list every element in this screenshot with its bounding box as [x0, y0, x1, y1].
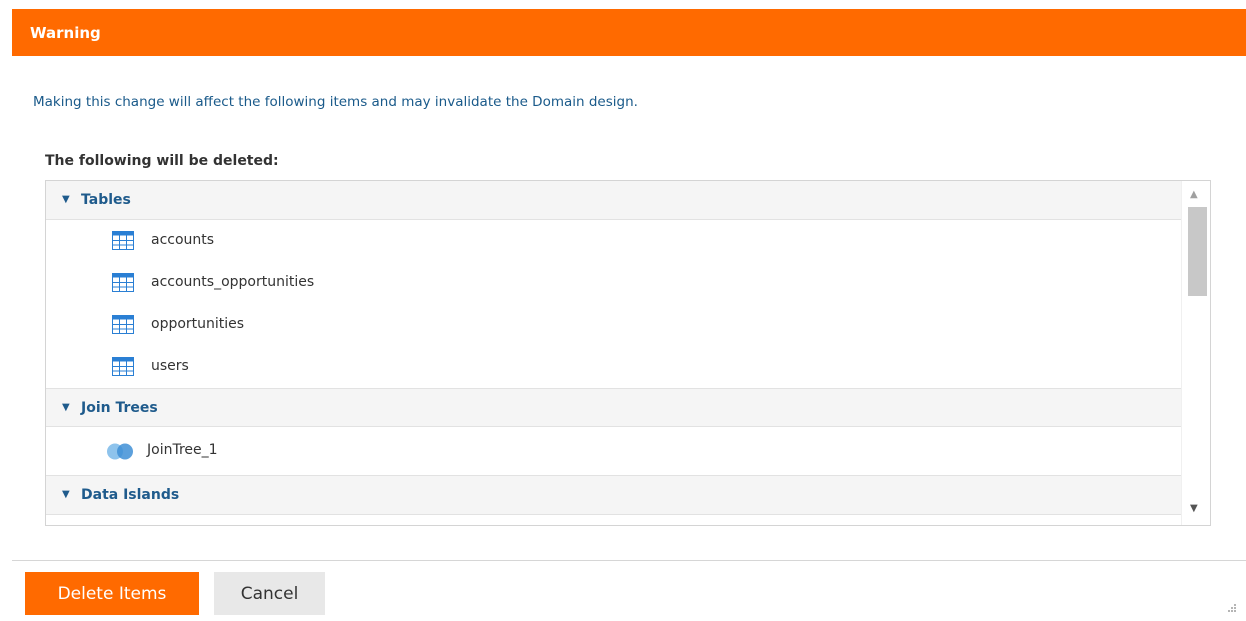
footer-divider — [12, 560, 1246, 561]
dialog-titlebar[interactable]: Warning — [12, 9, 1246, 56]
group-header-tables[interactable]: ▼ Tables — [46, 181, 1182, 220]
list-item[interactable]: JoinTree_1 — [46, 427, 1182, 476]
cancel-button[interactable]: Cancel — [214, 572, 325, 615]
table-name: users — [151, 358, 189, 374]
table-icon — [112, 273, 134, 296]
list-item[interactable]: accounts_opportunities — [46, 262, 1182, 304]
deleted-items-list-content: ▼ Tables accounts accounts_opportunities — [46, 181, 1182, 515]
list-item[interactable]: users — [46, 346, 1182, 388]
warning-dialog: Warning Making this change will affect t… — [0, 0, 1246, 621]
deleted-items-list[interactable]: ▼ Tables accounts accounts_opportunities — [45, 180, 1211, 526]
group-label: Data Islands — [81, 487, 180, 503]
table-icon — [112, 357, 134, 380]
list-item[interactable]: accounts — [46, 220, 1182, 262]
delete-items-button[interactable]: Delete Items — [25, 572, 199, 615]
table-name: accounts_opportunities — [151, 274, 315, 290]
table-name: accounts — [151, 232, 215, 248]
dialog-title: Warning — [30, 24, 101, 42]
join-tree-name: JoinTree_1 — [147, 442, 218, 458]
warning-message: Making this change will affect the follo… — [33, 94, 638, 110]
resize-grip-icon[interactable] — [1223, 600, 1237, 614]
group-label: Tables — [81, 192, 131, 208]
scroll-down-arrow-icon[interactable]: ▼ — [1190, 503, 1198, 514]
join-tree-icon — [106, 443, 134, 464]
group-label: Join Trees — [81, 400, 158, 416]
expand-triangle-icon[interactable]: ▼ — [62, 194, 70, 205]
list-scrollbar[interactable]: ▲ ▼ — [1181, 181, 1210, 525]
table-icon — [112, 315, 134, 338]
deleted-items-heading: The following will be deleted: — [45, 153, 279, 169]
expand-triangle-icon[interactable]: ▼ — [62, 402, 70, 413]
expand-triangle-icon[interactable]: ▼ — [62, 489, 70, 500]
group-header-data-islands[interactable]: ▼ Data Islands — [46, 476, 1182, 515]
group-header-join-trees[interactable]: ▼ Join Trees — [46, 388, 1182, 427]
scroll-up-arrow-icon[interactable]: ▲ — [1190, 189, 1198, 200]
scrollbar-thumb[interactable] — [1188, 207, 1207, 296]
table-icon — [112, 231, 134, 254]
table-name: opportunities — [151, 316, 245, 332]
list-item[interactable]: opportunities — [46, 304, 1182, 346]
